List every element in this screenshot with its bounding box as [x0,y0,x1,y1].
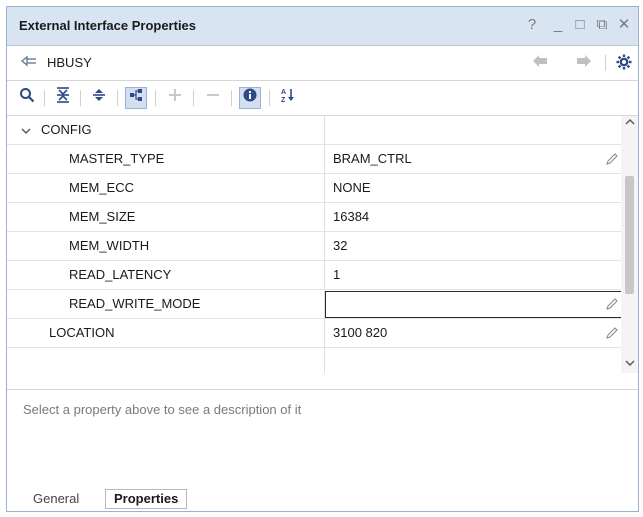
chevron-down-icon[interactable] [21,116,31,144]
separator [117,90,118,106]
read-write-mode-input[interactable] [325,291,621,318]
property-name: LOCATION [49,325,115,340]
property-name: MEM_WIDTH [69,238,150,253]
pencil-edit-icon[interactable] [605,297,619,311]
scroll-up-icon[interactable] [624,118,635,129]
table-row[interactable]: LOCATION 3100 820 [7,319,621,348]
property-value[interactable]: 1 [333,261,340,289]
help-icon[interactable]: ? [523,16,541,34]
interface-name: HBUSY [47,55,92,70]
panel-title: External Interface Properties [19,18,197,33]
table-row[interactable]: READ_LATENCY 1 [7,261,621,290]
minimize-icon[interactable]: _ [549,16,567,34]
object-bar: HBUSY [7,46,638,81]
gear-icon[interactable] [615,54,633,72]
property-name: MEM_SIZE [69,209,136,224]
sort-alphabetical-icon[interactable]: AZ [277,87,299,109]
tab-bar: General Properties [7,486,638,511]
property-name: MEM_ECC [69,180,135,195]
svg-text:Z: Z [281,97,286,103]
scroll-down-icon[interactable] [624,359,635,370]
separator [155,90,156,106]
property-value[interactable]: NONE [333,174,371,202]
forward-arrow-icon[interactable] [575,54,593,72]
table-row [7,348,621,373]
collapse-all-icon[interactable] [52,87,74,109]
scrollbar-thumb[interactable] [625,176,634,294]
description-placeholder: Select a property above to see a descrip… [23,402,302,417]
separator [231,90,232,106]
separator [269,90,270,106]
property-name: READ_WRITE_MODE [69,296,201,311]
table-row[interactable]: MEM_ECC NONE [7,174,621,203]
vertical-scrollbar[interactable] [621,116,638,373]
svg-text:A: A [281,89,286,96]
property-value[interactable]: BRAM_CTRL [333,145,412,173]
add-icon[interactable] [164,87,186,109]
separator [44,90,45,106]
property-name: READ_LATENCY [69,267,172,282]
interface-port-icon [20,55,37,70]
expand-all-icon[interactable] [88,87,110,109]
property-value[interactable]: 3100 820 [333,319,387,347]
property-grid: CONFIG MASTER_TYPE BRAM_CTRL MEM_ECC NON… [7,116,621,373]
group-by-category-icon[interactable] [125,87,147,109]
table-row[interactable]: MEM_WIDTH 32 [7,232,621,261]
search-icon[interactable] [16,87,38,109]
separator [80,90,81,106]
float-icon[interactable]: ⧉ [593,16,611,34]
pencil-edit-icon[interactable] [605,326,619,340]
title-bar: External Interface Properties ? _ □ ⧉ ✕ [7,7,638,46]
table-row[interactable]: READ_WRITE_MODE [7,290,621,319]
tab-properties[interactable]: Properties [105,489,188,509]
group-name: CONFIG [41,122,92,137]
external-interface-properties-panel: External Interface Properties ? _ □ ⧉ ✕ … [6,6,639,512]
toolbar: AZ [7,81,638,116]
separator [193,90,194,106]
remove-icon[interactable] [202,87,224,109]
table-row[interactable]: MASTER_TYPE BRAM_CTRL [7,145,621,174]
property-group-config[interactable]: CONFIG [7,116,621,145]
property-name: MASTER_TYPE [69,151,165,166]
table-row[interactable]: MEM_SIZE 16384 [7,203,621,232]
pencil-edit-icon[interactable] [605,152,619,166]
info-icon[interactable] [239,87,261,109]
maximize-icon[interactable]: □ [571,16,589,34]
property-value[interactable]: 32 [333,232,347,260]
description-pane: Select a property above to see a descrip… [7,389,638,487]
back-arrow-icon[interactable] [531,54,549,72]
property-value[interactable]: 16384 [333,203,369,231]
separator [605,55,606,71]
tab-general[interactable]: General [25,489,87,509]
close-icon[interactable]: ✕ [615,16,633,34]
